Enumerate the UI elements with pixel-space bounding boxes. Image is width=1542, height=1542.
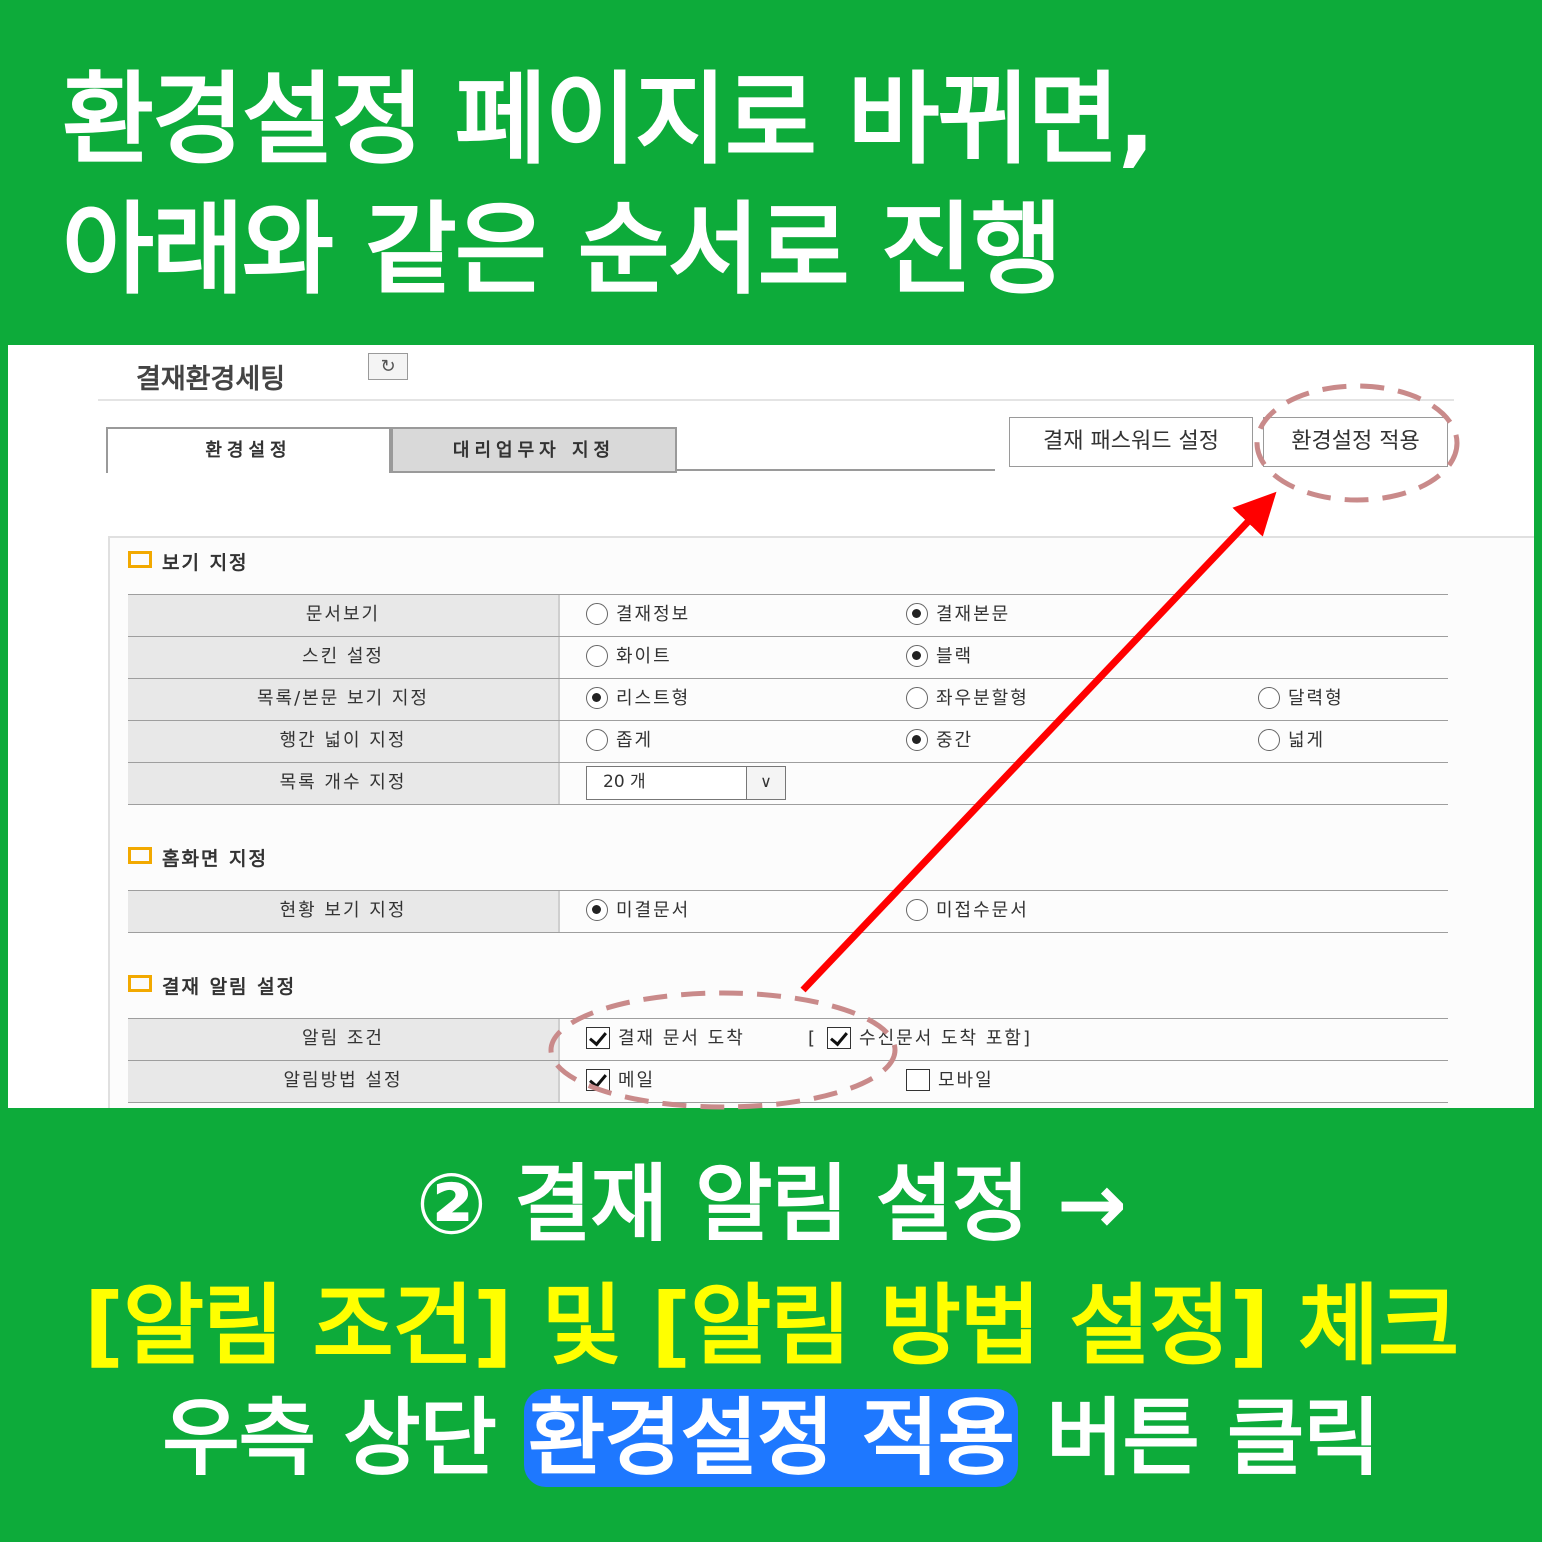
radio-selected-icon[interactable] <box>586 899 608 921</box>
page-title: 결재환경세팅 <box>136 364 286 395</box>
password-settings-button[interactable]: 결재 패스워드 설정 <box>1009 417 1253 467</box>
row-label: 목록 개수 지정 <box>128 763 560 805</box>
headline-line-1: 환경설정 페이지로 바뀌면, <box>62 61 1156 178</box>
list-count-select[interactable]: 20 개 ∨ <box>586 766 786 800</box>
checkbox-icon[interactable] <box>906 1069 930 1091</box>
checkbox-checked-icon[interactable] <box>586 1027 610 1049</box>
tab-underline <box>677 469 995 471</box>
row-label: 스킨 설정 <box>128 637 560 679</box>
radio-icon[interactable] <box>586 645 608 667</box>
radio-option-unreceived-docs[interactable]: 미접수문서 <box>906 891 1029 933</box>
radio-selected-icon[interactable] <box>586 687 608 709</box>
section-alert-title: 결재 알림 설정 <box>128 972 296 999</box>
radio-option-list[interactable]: 리스트형 <box>586 679 690 721</box>
row-document-view: 문서보기 결재정보 결재본문 <box>128 594 1448 637</box>
radio-option-narrow[interactable]: 좁게 <box>586 721 653 763</box>
checkbox-checked-icon[interactable] <box>586 1069 610 1091</box>
refresh-icon[interactable]: ↻ <box>368 353 408 380</box>
section-home-title: 홈화면 지정 <box>128 844 268 871</box>
instruction-text: 버튼 클릭 <box>1046 1389 1380 1487</box>
row-label: 행간 넓이 지정 <box>128 721 560 763</box>
radio-selected-icon[interactable] <box>906 729 928 751</box>
highlight-apply-settings: 환경설정 적용 <box>524 1389 1018 1487</box>
radio-selected-icon[interactable] <box>906 603 928 625</box>
tab-proxy-assignee[interactable]: 대리업무자 지정 <box>391 427 677 473</box>
radio-option-wide[interactable]: 넓게 <box>1258 721 1325 763</box>
row-label: 목록/본문 보기 지정 <box>128 679 560 721</box>
radio-icon[interactable] <box>1258 687 1280 709</box>
checkbox-checked-icon[interactable] <box>827 1027 852 1049</box>
radio-icon[interactable] <box>906 687 928 709</box>
row-list-body-view: 목록/본문 보기 지정 리스트형 좌우분할형 달력형 <box>128 678 1448 721</box>
row-label: 현황 보기 지정 <box>128 891 560 933</box>
checkbox-received-doc[interactable]: [수신문서 도착 포함] <box>808 1019 1032 1061</box>
radio-option-medium[interactable]: 중간 <box>906 721 973 763</box>
radio-option-approval-info[interactable]: 결재정보 <box>586 595 690 637</box>
divider <box>128 932 1448 933</box>
radio-icon[interactable] <box>586 603 608 625</box>
row-line-spacing: 행간 넓이 지정 좁게 중간 넓게 <box>128 720 1448 763</box>
tab-settings[interactable]: 환경설정 <box>106 427 391 473</box>
radio-option-black[interactable]: 블랙 <box>906 637 973 679</box>
radio-option-pending-docs[interactable]: 미결문서 <box>586 891 690 933</box>
row-label: 알림방법 설정 <box>128 1061 560 1103</box>
checkbox-mobile[interactable]: 모바일 <box>906 1061 994 1103</box>
radio-option-split[interactable]: 좌우분할형 <box>906 679 1029 721</box>
instruction-line-3: 우측 상단 환경설정 적용 버튼 클릭 <box>0 1389 1542 1487</box>
section-view-title: 보기 지정 <box>128 548 249 575</box>
row-alert-method: 알림방법 설정 메일 모바일 <box>128 1060 1448 1103</box>
radio-selected-icon[interactable] <box>906 645 928 667</box>
divider <box>128 804 1448 805</box>
checkbox-doc-arrival[interactable]: 결재 문서 도착 <box>586 1019 745 1061</box>
divider <box>128 1102 1448 1103</box>
checkbox-email[interactable]: 메일 <box>586 1061 655 1103</box>
settings-panel-screenshot: 결재환경세팅 ↻ 환경설정 대리업무자 지정 결재 패스워드 설정 환경설정 적… <box>8 345 1534 1108</box>
row-list-count: 목록 개수 지정 20 개 ∨ <box>128 762 1448 805</box>
instruction-line-1: ② 결재 알림 설정 → <box>415 1155 1127 1253</box>
radio-icon[interactable] <box>586 729 608 751</box>
row-label: 알림 조건 <box>128 1019 560 1061</box>
radio-option-approval-body[interactable]: 결재본문 <box>906 595 1010 637</box>
row-skin-setting: 스킨 설정 화이트 블랙 <box>128 636 1448 679</box>
apply-settings-button[interactable]: 환경설정 적용 <box>1263 417 1448 467</box>
row-alert-condition: 알림 조건 결재 문서 도착 [수신문서 도착 포함] <box>128 1018 1448 1061</box>
instruction-line-2: [알림 조건] 및 [알림 방법 설정] 체크 <box>83 1274 1459 1377</box>
radio-icon[interactable] <box>906 899 928 921</box>
section-mark-icon <box>128 551 152 568</box>
instruction-text: 우측 상단 <box>162 1389 496 1487</box>
section-mark-icon <box>128 975 152 992</box>
radio-icon[interactable] <box>1258 729 1280 751</box>
row-status-view: 현황 보기 지정 미결문서 미접수문서 <box>128 890 1448 933</box>
chevron-down-icon[interactable]: ∨ <box>746 767 785 799</box>
headline-line-2: 아래와 같은 순서로 진행 <box>62 191 1062 308</box>
section-mark-icon <box>128 847 152 864</box>
divider <box>98 399 1454 401</box>
radio-option-calendar[interactable]: 달력형 <box>1258 679 1344 721</box>
row-label: 문서보기 <box>128 595 560 637</box>
radio-option-white[interactable]: 화이트 <box>586 637 672 679</box>
